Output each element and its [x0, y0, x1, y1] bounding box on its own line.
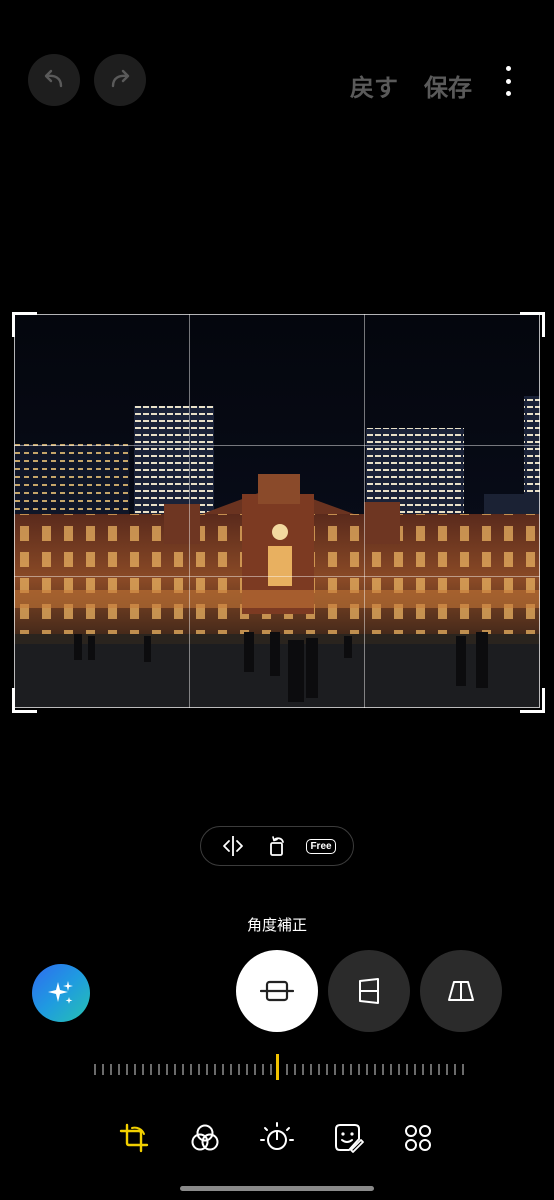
ruler-tick: [454, 1064, 456, 1075]
tab-crop[interactable]: [114, 1118, 154, 1158]
vertical-perspective-button[interactable]: [328, 950, 410, 1032]
more-tools-icon: [405, 1125, 431, 1151]
ruler-tick: [382, 1064, 384, 1075]
ruler-tick: [126, 1064, 128, 1075]
crop-handle-bottom-right[interactable]: [520, 688, 545, 713]
rotate-icon[interactable]: [263, 832, 291, 860]
ruler-tick: [406, 1064, 408, 1075]
ruler-tick: [462, 1064, 464, 1075]
ruler-tick: [270, 1064, 272, 1075]
ruler-tick: [134, 1064, 136, 1075]
more-vertical-icon[interactable]: [498, 66, 518, 96]
ruler-tick: [262, 1064, 264, 1075]
ruler-tick: [366, 1064, 368, 1075]
ruler-tick: [158, 1064, 160, 1075]
ruler-tick: [246, 1064, 248, 1075]
angle-indicator: [276, 1054, 279, 1080]
undo-button[interactable]: [28, 54, 80, 106]
ruler-tick: [422, 1064, 424, 1075]
undo-icon: [44, 69, 63, 88]
ruler-tick: [350, 1064, 352, 1075]
ruler-tick: [374, 1064, 376, 1075]
home-indicator[interactable]: [180, 1186, 374, 1191]
ruler-tick: [438, 1064, 440, 1075]
ruler-tick: [150, 1064, 152, 1075]
straighten-icon: [260, 980, 294, 1002]
ruler-tick: [222, 1064, 224, 1075]
ruler-tick: [118, 1064, 120, 1075]
ruler-tick: [198, 1064, 200, 1075]
ruler-tick: [238, 1064, 240, 1075]
ruler-tick: [230, 1064, 232, 1075]
editor-tab-bar: [0, 1118, 554, 1160]
ruler-tick: [334, 1064, 336, 1075]
redo-icon: [111, 69, 130, 88]
ruler-tick: [326, 1064, 328, 1075]
tab-more-tools[interactable]: [398, 1118, 438, 1158]
angle-slider[interactable]: [92, 1054, 464, 1080]
horizontal-perspective-icon: [448, 981, 474, 1001]
crop-handle-bottom-left[interactable]: [12, 688, 37, 713]
ruler-tick: [174, 1064, 176, 1075]
redo-button[interactable]: [94, 54, 146, 106]
ruler-tick: [318, 1064, 320, 1075]
crop-frame[interactable]: [14, 314, 540, 708]
free-label: Free: [306, 838, 336, 854]
ruler-tick: [166, 1064, 168, 1075]
ruler-tick: [358, 1064, 360, 1075]
ruler-tick: [414, 1064, 416, 1075]
ruler-tick: [254, 1064, 256, 1075]
sticker-icon: [335, 1124, 364, 1153]
ruler-tick: [446, 1064, 448, 1075]
horizontal-perspective-button[interactable]: [420, 950, 502, 1032]
mode-label: 角度補正: [246, 916, 307, 934]
auto-enhance-button[interactable]: [32, 964, 90, 1022]
ruler-tick: [390, 1064, 392, 1075]
filter-icon: [191, 1124, 219, 1151]
crop-handle-top-right[interactable]: [520, 312, 545, 337]
free-ratio-button[interactable]: Free: [306, 832, 336, 860]
sparkle-icon: [48, 981, 73, 1004]
ruler-tick: [206, 1064, 208, 1075]
ruler-tick: [398, 1064, 400, 1075]
flip-horizontal-icon[interactable]: [219, 832, 247, 860]
vertical-perspective-icon: [359, 978, 379, 1004]
crop-tools-bar: Free: [200, 826, 354, 866]
tab-tone[interactable]: [257, 1118, 297, 1158]
ruler-tick: [342, 1064, 344, 1075]
tab-stickers[interactable]: [328, 1118, 368, 1158]
ruler-tick: [286, 1064, 288, 1075]
ruler-tick: [310, 1064, 312, 1075]
crop-icon: [119, 1123, 149, 1153]
save-button[interactable]: 保存: [424, 68, 472, 103]
ruler-tick: [294, 1064, 296, 1075]
ruler-tick: [102, 1064, 104, 1075]
ruler-tick: [94, 1064, 96, 1075]
ruler-tick: [182, 1064, 184, 1075]
ruler-tick: [302, 1064, 304, 1075]
ruler-tick: [214, 1064, 216, 1075]
crop-handle-top-left[interactable]: [12, 312, 37, 337]
tone-icon: [260, 1122, 294, 1150]
ruler-tick: [430, 1064, 432, 1075]
tab-filters[interactable]: [185, 1118, 225, 1158]
straighten-button[interactable]: [236, 950, 318, 1032]
ruler-tick: [110, 1064, 112, 1075]
ruler-tick: [142, 1064, 144, 1075]
ruler-tick: [190, 1064, 192, 1075]
revert-button[interactable]: 戻す: [350, 68, 398, 103]
